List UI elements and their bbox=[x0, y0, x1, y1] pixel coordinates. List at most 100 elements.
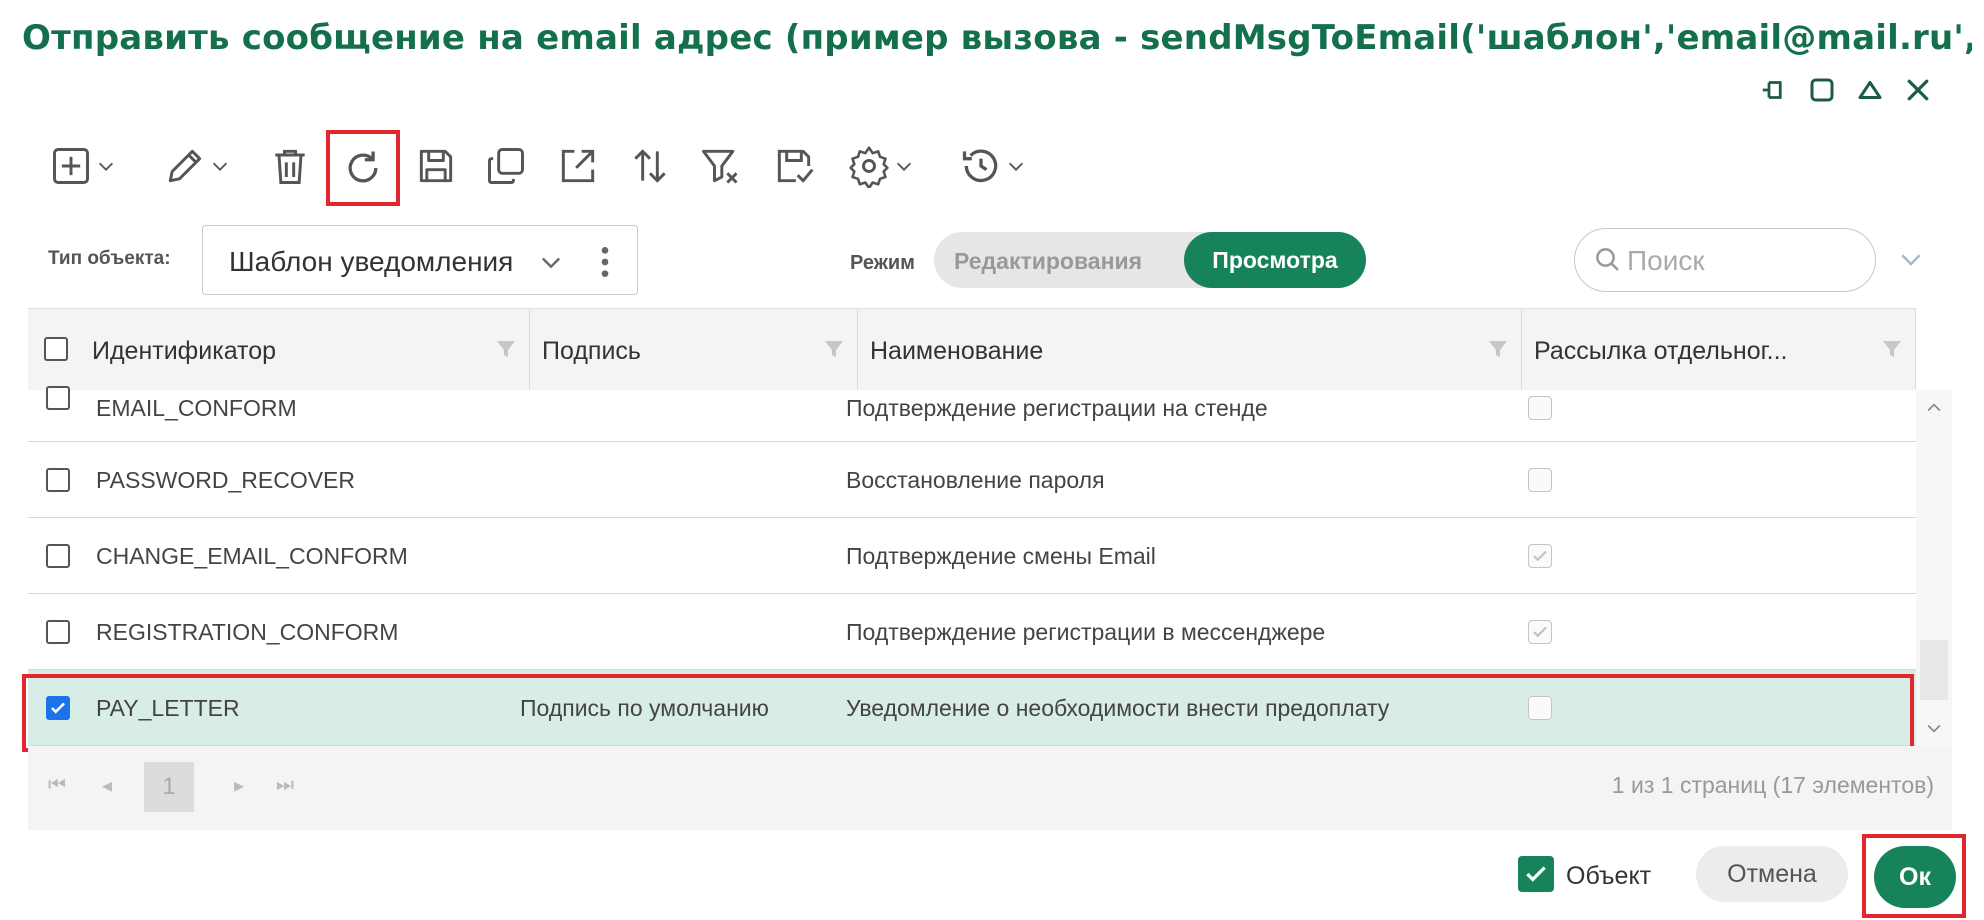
chevron-up-icon[interactable] bbox=[1924, 398, 1944, 418]
mode-view-option[interactable]: Просмотра bbox=[1184, 232, 1366, 288]
row-checkbox-cell bbox=[46, 594, 70, 670]
separate-checkbox bbox=[1528, 620, 1552, 644]
object-type-label: Тип объекта: bbox=[48, 248, 171, 269]
edit-button[interactable] bbox=[154, 138, 240, 194]
next-page-button[interactable]: ▸ bbox=[224, 770, 254, 800]
save-icon bbox=[419, 149, 453, 183]
filter-icon[interactable] bbox=[1486, 337, 1510, 361]
data-grid: Идентификатор Подпись Наименование Рассы… bbox=[22, 308, 1952, 830]
row-checkbox[interactable] bbox=[46, 386, 70, 410]
save-check-button[interactable] bbox=[768, 138, 820, 194]
chevron-down-icon[interactable] bbox=[1896, 244, 1926, 274]
row-checkbox[interactable] bbox=[46, 468, 70, 492]
table-row[interactable]: EMAIL_CONFORM Подтверждение регистрации … bbox=[28, 386, 1916, 442]
save-check-icon bbox=[777, 149, 814, 183]
history-button[interactable] bbox=[950, 138, 1036, 194]
column-header-id[interactable]: Идентификатор bbox=[80, 309, 530, 391]
object-type-select[interactable]: Шаблон уведомления bbox=[202, 225, 638, 295]
select-all-checkbox[interactable] bbox=[44, 337, 68, 361]
check-icon bbox=[1533, 550, 1547, 562]
save-button[interactable] bbox=[410, 138, 462, 194]
search-input[interactable] bbox=[1625, 241, 1859, 281]
ok-button[interactable]: Ок bbox=[1874, 846, 1956, 908]
row-checkbox-cell bbox=[46, 442, 70, 518]
settings-icon bbox=[849, 146, 889, 188]
pin-icon bbox=[1762, 81, 1782, 99]
window-title: Отправить сообщение на email адрес (прим… bbox=[22, 18, 1972, 58]
selected-row-highlight bbox=[22, 674, 1914, 752]
open-external-icon bbox=[561, 149, 595, 183]
check-icon bbox=[1526, 866, 1546, 882]
column-header-signature[interactable]: Подпись bbox=[530, 309, 858, 391]
mode-label: Режим bbox=[850, 252, 915, 274]
chevron-down-icon[interactable] bbox=[1924, 718, 1944, 738]
separate-checkbox bbox=[1528, 396, 1552, 420]
delete-button[interactable] bbox=[264, 138, 316, 194]
row-checkbox-cell bbox=[46, 518, 70, 594]
object-checkbox-label: Объект bbox=[1566, 862, 1652, 890]
table-row[interactable]: REGISTRATION_CONFORM Подтверждение регис… bbox=[28, 594, 1916, 670]
open-external-button[interactable] bbox=[552, 138, 604, 194]
separate-checkbox bbox=[1528, 468, 1552, 492]
mode-edit-option[interactable]: Редактирования bbox=[954, 248, 1142, 275]
collapse-button[interactable] bbox=[1852, 72, 1888, 108]
cell-separate bbox=[1528, 594, 1552, 670]
row-checkbox[interactable] bbox=[46, 544, 70, 568]
chevron-down-icon bbox=[212, 162, 228, 171]
more-vertical-icon[interactable] bbox=[593, 242, 617, 282]
clear-filter-button[interactable] bbox=[694, 138, 746, 194]
filter-icon[interactable] bbox=[494, 337, 518, 361]
column-header-label: Идентификатор bbox=[92, 337, 277, 365]
sort-icon bbox=[634, 149, 666, 183]
column-header-separate[interactable]: Рассылка отдельног... bbox=[1522, 309, 1916, 391]
mode-toggle[interactable]: Редактирования Просмотра bbox=[934, 232, 1366, 288]
row-checkbox[interactable] bbox=[46, 620, 70, 644]
first-page-button[interactable]: ⏮ bbox=[42, 770, 72, 800]
table-row[interactable]: PASSWORD_RECOVER Восстановление пароля bbox=[28, 442, 1916, 518]
search-box[interactable] bbox=[1574, 228, 1876, 292]
chevron-down-icon bbox=[1008, 162, 1024, 171]
column-header-label: Подпись bbox=[542, 337, 641, 365]
last-page-button[interactable]: ⏭ bbox=[270, 770, 300, 800]
refresh-button[interactable] bbox=[326, 130, 400, 206]
delete-icon bbox=[275, 149, 305, 184]
close-button[interactable] bbox=[1900, 72, 1936, 108]
object-checkbox[interactable] bbox=[1518, 856, 1554, 892]
maximize-button[interactable] bbox=[1804, 72, 1840, 108]
clear-filter-icon bbox=[702, 149, 738, 184]
pin-button[interactable] bbox=[1756, 72, 1792, 108]
sort-button[interactable] bbox=[624, 138, 676, 194]
refresh-icon bbox=[348, 151, 378, 183]
select-all-cell bbox=[28, 309, 80, 391]
cell-name: Подтверждение регистрации в мессенджере bbox=[846, 618, 1326, 645]
cell-name: Подтверждение регистрации на стенде bbox=[846, 394, 1268, 421]
table-row[interactable]: CHANGE_EMAIL_CONFORM Подтверждение смены… bbox=[28, 518, 1916, 594]
settings-button[interactable] bbox=[838, 138, 924, 194]
copy-button[interactable] bbox=[480, 138, 532, 194]
column-header-name[interactable]: Наименование bbox=[858, 309, 1522, 391]
row-checkbox-cell bbox=[46, 386, 70, 442]
column-header-label: Наименование bbox=[870, 337, 1044, 365]
cell-id: PASSWORD_RECOVER bbox=[96, 466, 356, 493]
cell-id: REGISTRATION_CONFORM bbox=[96, 618, 399, 645]
separate-checkbox bbox=[1528, 544, 1552, 568]
cancel-button[interactable]: Отмена bbox=[1696, 846, 1848, 902]
cell-separate bbox=[1528, 442, 1552, 518]
chevron-down-icon bbox=[542, 257, 560, 269]
cell-id: CHANGE_EMAIL_CONFORM bbox=[96, 542, 408, 569]
chevron-down-icon bbox=[896, 162, 912, 171]
vertical-scrollbar[interactable] bbox=[1916, 390, 1952, 746]
add-icon bbox=[53, 148, 89, 184]
prev-page-button[interactable]: ◂ bbox=[92, 770, 122, 800]
add-button[interactable] bbox=[40, 138, 126, 194]
cell-separate bbox=[1528, 518, 1552, 594]
cell-name: Подтверждение смены Email bbox=[846, 542, 1156, 569]
scrollbar-thumb[interactable] bbox=[1920, 640, 1948, 700]
cell-separate bbox=[1528, 390, 1552, 426]
filter-icon[interactable] bbox=[822, 337, 846, 361]
filter-icon[interactable] bbox=[1880, 337, 1904, 361]
chevron-down-icon bbox=[98, 162, 114, 171]
cell-name: Восстановление пароля bbox=[846, 466, 1105, 493]
current-page[interactable]: 1 bbox=[144, 762, 194, 812]
maximize-icon bbox=[1810, 78, 1834, 102]
